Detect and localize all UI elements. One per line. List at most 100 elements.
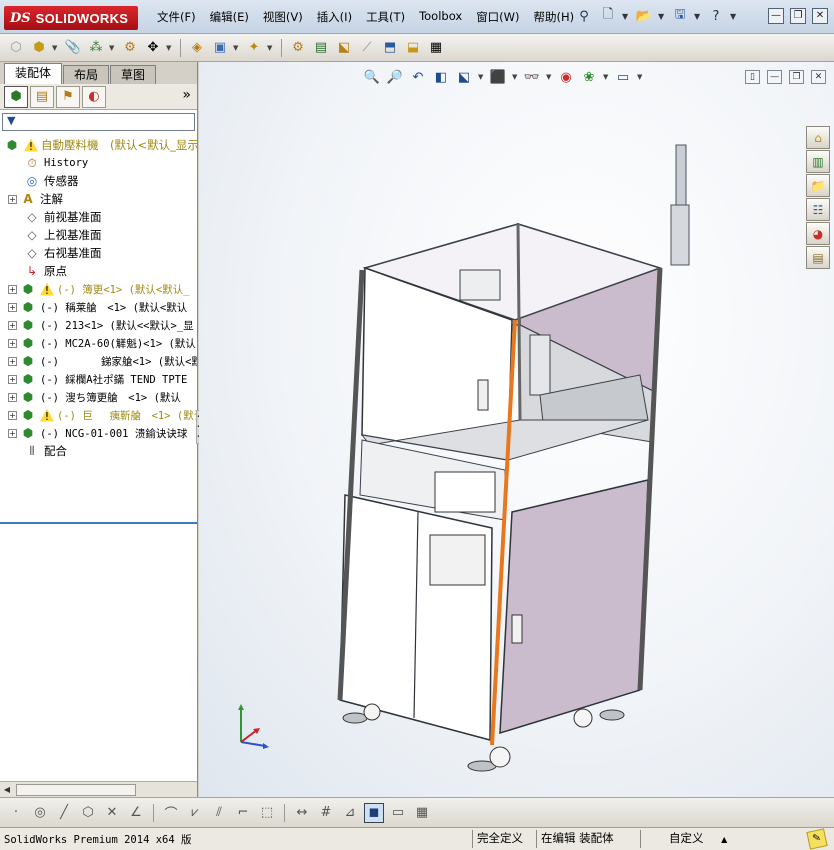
tree-item-component[interactable]: + ⬢ (-) NCG-01-001 溃鍮诀诀球 bbox=[0, 424, 197, 442]
offset-icon[interactable]: ⫽ bbox=[209, 803, 229, 823]
mate-icon[interactable]: 📎 bbox=[63, 38, 83, 58]
tree-item-component[interactable]: + ⬢ (-) 213<1> (默认<<默认>_显 bbox=[0, 316, 197, 334]
bill-of-materials-icon[interactable]: ▤ bbox=[311, 38, 331, 58]
tooltip-note-icon[interactable]: ✎ bbox=[806, 828, 828, 850]
tree-item-origin[interactable]: ↳ 原点 bbox=[0, 262, 197, 280]
insert-component-icon[interactable]: ⬢ bbox=[29, 38, 49, 58]
help-dropdown-icon[interactable]: ▼ bbox=[730, 12, 738, 21]
scene-dropdown-icon[interactable]: ▼ bbox=[603, 73, 609, 81]
property-manager-icon[interactable]: ▤ bbox=[30, 85, 54, 108]
tree-item-annotations[interactable]: + A 注解 bbox=[0, 190, 197, 208]
instant-3d-icon[interactable]: ⬒ bbox=[380, 38, 400, 58]
expand-icon[interactable]: + bbox=[8, 320, 17, 330]
table-view-icon[interactable]: ▦ bbox=[412, 803, 432, 823]
custom-properties-icon[interactable]: ▤ bbox=[806, 246, 830, 269]
feature-manager-icon[interactable]: ⬢ bbox=[4, 85, 28, 108]
move-dropdown-icon[interactable]: ▼ bbox=[166, 44, 174, 52]
menu-window[interactable]: 窗口(W) bbox=[469, 9, 526, 25]
settings-dropdown-icon[interactable]: ▼ bbox=[637, 73, 643, 81]
orientation-dropdown-icon[interactable]: ▼ bbox=[478, 73, 484, 81]
corner-icon[interactable]: ⌐ bbox=[233, 803, 253, 823]
minimize-icon[interactable]: — bbox=[768, 8, 784, 24]
open-folder-icon[interactable]: 📂 bbox=[634, 6, 654, 26]
expand-icon[interactable]: + bbox=[8, 338, 17, 348]
appearances-icon[interactable]: ◕ bbox=[806, 222, 830, 245]
reference-geometry-icon[interactable]: ✦ bbox=[244, 38, 264, 58]
expand-icon[interactable]: + bbox=[8, 194, 17, 204]
scroll-thumb[interactable] bbox=[16, 783, 136, 796]
menu-insert[interactable]: 插入(I) bbox=[310, 9, 359, 25]
angle-icon[interactable]: ∠ bbox=[126, 803, 146, 823]
tree-root[interactable]: ⬢ ! 自動壓料機 (默认<默认_显示 bbox=[0, 136, 197, 154]
display-style-icon[interactable]: ⬛ bbox=[489, 68, 507, 86]
new-document-icon[interactable]: 🗋 bbox=[598, 6, 618, 26]
tree-item-component[interactable]: + ⬢ (-) 銻家艙<1> (默认<默认 bbox=[0, 352, 197, 370]
menu-file[interactable]: 文件(F) bbox=[150, 9, 203, 25]
view-orientation-icon[interactable]: ⬕ bbox=[455, 68, 473, 86]
exploded-view-icon[interactable]: ⬕ bbox=[334, 38, 354, 58]
tree-item-front-plane[interactable]: ◇ 前视基准面 bbox=[0, 208, 197, 226]
point-icon[interactable]: · bbox=[6, 803, 26, 823]
menu-edit[interactable]: 编辑(E) bbox=[203, 9, 256, 25]
tab-sketch[interactable]: 草图 bbox=[110, 65, 157, 84]
configuration-manager-icon[interactable]: ⚑ bbox=[56, 85, 80, 108]
expand-icon[interactable]: + bbox=[8, 302, 17, 312]
section-view-icon[interactable]: ◧ bbox=[432, 68, 450, 86]
expand-icon[interactable]: + bbox=[8, 410, 17, 420]
menu-tools[interactable]: 工具(T) bbox=[359, 9, 412, 25]
tree-item-component[interactable]: + ⬢ ! (-) 巨 痍靳艙 <1> (默认 bbox=[0, 406, 197, 424]
open-dropdown-icon[interactable]: ▼ bbox=[658, 12, 666, 21]
file-explorer-icon[interactable]: 📁 bbox=[806, 174, 830, 197]
solidworks-logo[interactable]: DS SOLIDWORKS bbox=[4, 6, 138, 30]
previous-view-icon[interactable]: ↶ bbox=[409, 68, 427, 86]
zoom-area-icon[interactable]: 🔎 bbox=[386, 68, 404, 86]
grid-icon[interactable]: # bbox=[316, 803, 336, 823]
design-library-icon[interactable]: ▥ bbox=[806, 150, 830, 173]
tree-item-mates[interactable]: ⫴ 配合 bbox=[0, 442, 197, 460]
pattern-dropdown-icon[interactable]: ▼ bbox=[109, 44, 117, 52]
expand-icon[interactable]: + bbox=[8, 374, 17, 384]
take-snapshot-icon[interactable]: ▦ bbox=[426, 38, 446, 58]
tree-filter-field[interactable]: ▼ bbox=[2, 113, 195, 131]
tree-item-component[interactable]: + ⬢ (-) 溲ち簿更艙 <1> (默认 bbox=[0, 388, 197, 406]
tab-assembly[interactable]: 装配体 bbox=[4, 63, 63, 84]
tree-item-component[interactable]: + ⬢ (-) 稱莱艙 <1> (默认<默认 bbox=[0, 298, 197, 316]
menu-toolbox[interactable]: Toolbox bbox=[412, 9, 469, 25]
expand-icon[interactable]: + bbox=[8, 428, 17, 438]
expand-panel-icon[interactable]: » bbox=[182, 87, 191, 103]
scroll-left-icon[interactable]: ◀ bbox=[0, 785, 14, 794]
tree-item-sensors[interactable]: ◎ 传感器 bbox=[0, 172, 197, 190]
tree-item-component[interactable]: + ⬢ (-) MC2A-60(觲魁)<1> (默认 bbox=[0, 334, 197, 352]
construction-icon[interactable]: ⬚ bbox=[257, 803, 277, 823]
hide-show-icon[interactable]: 👓 bbox=[523, 68, 541, 86]
assembly-features-icon[interactable]: ▣ bbox=[210, 38, 230, 58]
circle-icon[interactable]: ◎ bbox=[30, 803, 50, 823]
help-icon[interactable]: ? bbox=[706, 6, 726, 26]
new-dropdown-icon[interactable]: ▼ bbox=[622, 12, 630, 21]
view-palette-icon[interactable]: ☷ bbox=[806, 198, 830, 221]
show-hidden-icon[interactable]: ◈ bbox=[187, 38, 207, 58]
minimize-doc-icon[interactable]: — bbox=[767, 70, 782, 84]
update-speedpak-icon[interactable]: ⬓ bbox=[403, 38, 423, 58]
close-doc-icon[interactable]: ✕ bbox=[811, 70, 826, 84]
move-component-icon[interactable]: ✥ bbox=[143, 38, 163, 58]
tree-item-history[interactable]: ⏱ History bbox=[0, 154, 197, 172]
solidworks-resources-icon[interactable]: ⌂ bbox=[806, 126, 830, 149]
restore-icon[interactable]: ❐ bbox=[790, 8, 806, 24]
split-view-icon[interactable]: ▯ bbox=[745, 70, 760, 84]
new-assembly-icon[interactable]: ⬡ bbox=[6, 38, 26, 58]
trim-icon[interactable]: ✕ bbox=[102, 803, 122, 823]
view-settings-icon[interactable]: ▭ bbox=[614, 68, 632, 86]
tree-item-right-plane[interactable]: ◇ 右视基准面 bbox=[0, 244, 197, 262]
tree-item-component[interactable]: + ⬢ (-) 綵欄A社ポ鏋 TEND TPTE bbox=[0, 370, 197, 388]
graphics-viewport[interactable]: 🔍 🔎 ↶ ◧ ⬕ ▼ ⬛ ▼ 👓 ▼ ◉ ❀ ▼ ▭ ▼ ▯ — ❐ ✕ ⌂ … bbox=[199, 62, 834, 797]
save-icon[interactable]: 🖫 bbox=[670, 6, 690, 26]
relation-icon[interactable]: ⊿ bbox=[340, 803, 360, 823]
menu-view[interactable]: 视图(V) bbox=[256, 9, 310, 25]
tree-item-component[interactable]: + ⬢ ! (-) 簿更<1> (默认<默认_ bbox=[0, 280, 197, 298]
close-icon[interactable]: ✕ bbox=[812, 8, 828, 24]
status-custom[interactable]: 自定义 ▲ bbox=[640, 830, 750, 848]
restore-doc-icon[interactable]: ❐ bbox=[789, 70, 804, 84]
tree-item-top-plane[interactable]: ◇ 上视基准面 bbox=[0, 226, 197, 244]
polygon-icon[interactable]: ⬡ bbox=[78, 803, 98, 823]
